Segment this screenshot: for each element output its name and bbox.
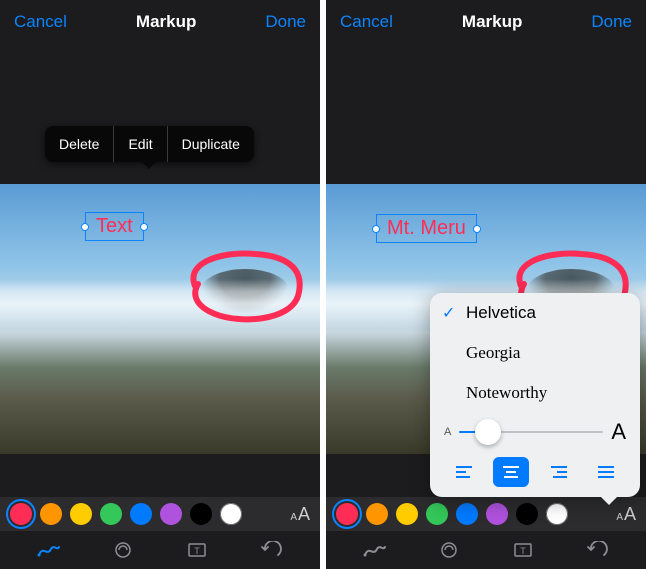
text-annotation-value: Text — [96, 215, 133, 237]
text-annotation-value: Mt. Meru — [387, 217, 466, 239]
tool-row: T — [326, 531, 646, 569]
font-size-slider-row: A A — [430, 413, 640, 451]
svg-text:T: T — [520, 546, 526, 556]
color-swatch[interactable] — [70, 503, 92, 525]
loupe-tool-icon[interactable] — [434, 535, 464, 565]
resize-handle-right[interactable] — [140, 223, 148, 231]
color-swatch[interactable] — [336, 503, 358, 525]
color-palette: A A — [326, 497, 646, 531]
color-swatch[interactable] — [366, 503, 388, 525]
a-large-icon: A — [624, 504, 636, 525]
check-icon: ✓ — [442, 303, 455, 323]
text-tool-icon[interactable]: T — [508, 535, 538, 565]
a-small-icon: A — [444, 426, 451, 438]
alignment-row — [430, 451, 640, 491]
text-annotation[interactable]: Mt. Meru — [376, 214, 477, 243]
cancel-button[interactable]: Cancel — [14, 12, 67, 32]
done-button[interactable]: Done — [591, 12, 632, 32]
color-swatch[interactable] — [100, 503, 122, 525]
text-style-button[interactable]: A A — [616, 504, 636, 525]
text-style-popover: ✓ Helvetica Georgia Noteworthy A A — [430, 293, 640, 497]
a-small-icon: A — [616, 512, 623, 523]
align-justify-button[interactable] — [588, 457, 624, 487]
done-button[interactable]: Done — [265, 12, 306, 32]
color-swatch[interactable] — [220, 503, 242, 525]
a-large-icon: A — [611, 419, 626, 445]
font-option-noteworthy[interactable]: Noteworthy — [430, 373, 640, 413]
color-swatch[interactable] — [40, 503, 62, 525]
svg-text:T: T — [194, 546, 200, 556]
align-left-button[interactable] — [446, 457, 482, 487]
pen-tool-icon[interactable] — [34, 535, 64, 565]
color-swatch[interactable] — [516, 503, 538, 525]
text-tool-icon[interactable]: T — [182, 535, 212, 565]
photo-canvas[interactable]: Text — [0, 44, 320, 499]
pen-tool-icon[interactable] — [360, 535, 390, 565]
screen-left: Cancel Markup Done Delete Edit Duplicate… — [0, 0, 320, 569]
cancel-button[interactable]: Cancel — [340, 12, 393, 32]
color-swatch[interactable] — [486, 503, 508, 525]
font-option-georgia[interactable]: Georgia — [430, 333, 640, 373]
callout-edit[interactable]: Edit — [114, 126, 167, 162]
resize-handle-left[interactable] — [372, 225, 380, 233]
font-label: Georgia — [466, 343, 520, 363]
font-size-slider[interactable] — [459, 431, 603, 433]
selection-callout: Delete Edit Duplicate — [45, 126, 254, 162]
slider-thumb[interactable] — [475, 419, 501, 445]
color-swatch[interactable] — [456, 503, 478, 525]
align-right-button[interactable] — [541, 457, 577, 487]
navbar: Cancel Markup Done — [0, 0, 320, 44]
color-swatch[interactable] — [160, 503, 182, 525]
navbar: Cancel Markup Done — [326, 0, 646, 44]
color-swatch[interactable] — [190, 503, 212, 525]
a-small-icon: A — [290, 512, 297, 523]
resize-handle-left[interactable] — [81, 223, 89, 231]
photo: Text — [0, 184, 320, 454]
page-title: Markup — [462, 12, 522, 32]
font-label: Noteworthy — [466, 383, 547, 403]
callout-delete[interactable]: Delete — [45, 126, 114, 162]
text-style-button[interactable]: A A — [290, 504, 310, 525]
clouds — [0, 279, 320, 329]
tool-row: T — [0, 531, 320, 569]
color-swatch[interactable] — [130, 503, 152, 525]
callout-duplicate[interactable]: Duplicate — [168, 126, 254, 162]
color-swatch[interactable] — [396, 503, 418, 525]
color-swatch[interactable] — [546, 503, 568, 525]
font-label: Helvetica — [466, 303, 536, 323]
a-large-icon: A — [298, 504, 310, 525]
font-option-helvetica[interactable]: ✓ Helvetica — [430, 293, 640, 333]
undo-icon[interactable] — [256, 535, 286, 565]
screen-right: Cancel Markup Done Mt. Meru ✓ Helvetica … — [326, 0, 646, 569]
color-swatch[interactable] — [426, 503, 448, 525]
text-annotation[interactable]: Text — [85, 212, 144, 241]
page-title: Markup — [136, 12, 196, 32]
color-swatch[interactable] — [10, 503, 32, 525]
align-center-button[interactable] — [493, 457, 529, 487]
resize-handle-right[interactable] — [473, 225, 481, 233]
loupe-tool-icon[interactable] — [108, 535, 138, 565]
undo-icon[interactable] — [582, 535, 612, 565]
color-palette: A A — [0, 497, 320, 531]
